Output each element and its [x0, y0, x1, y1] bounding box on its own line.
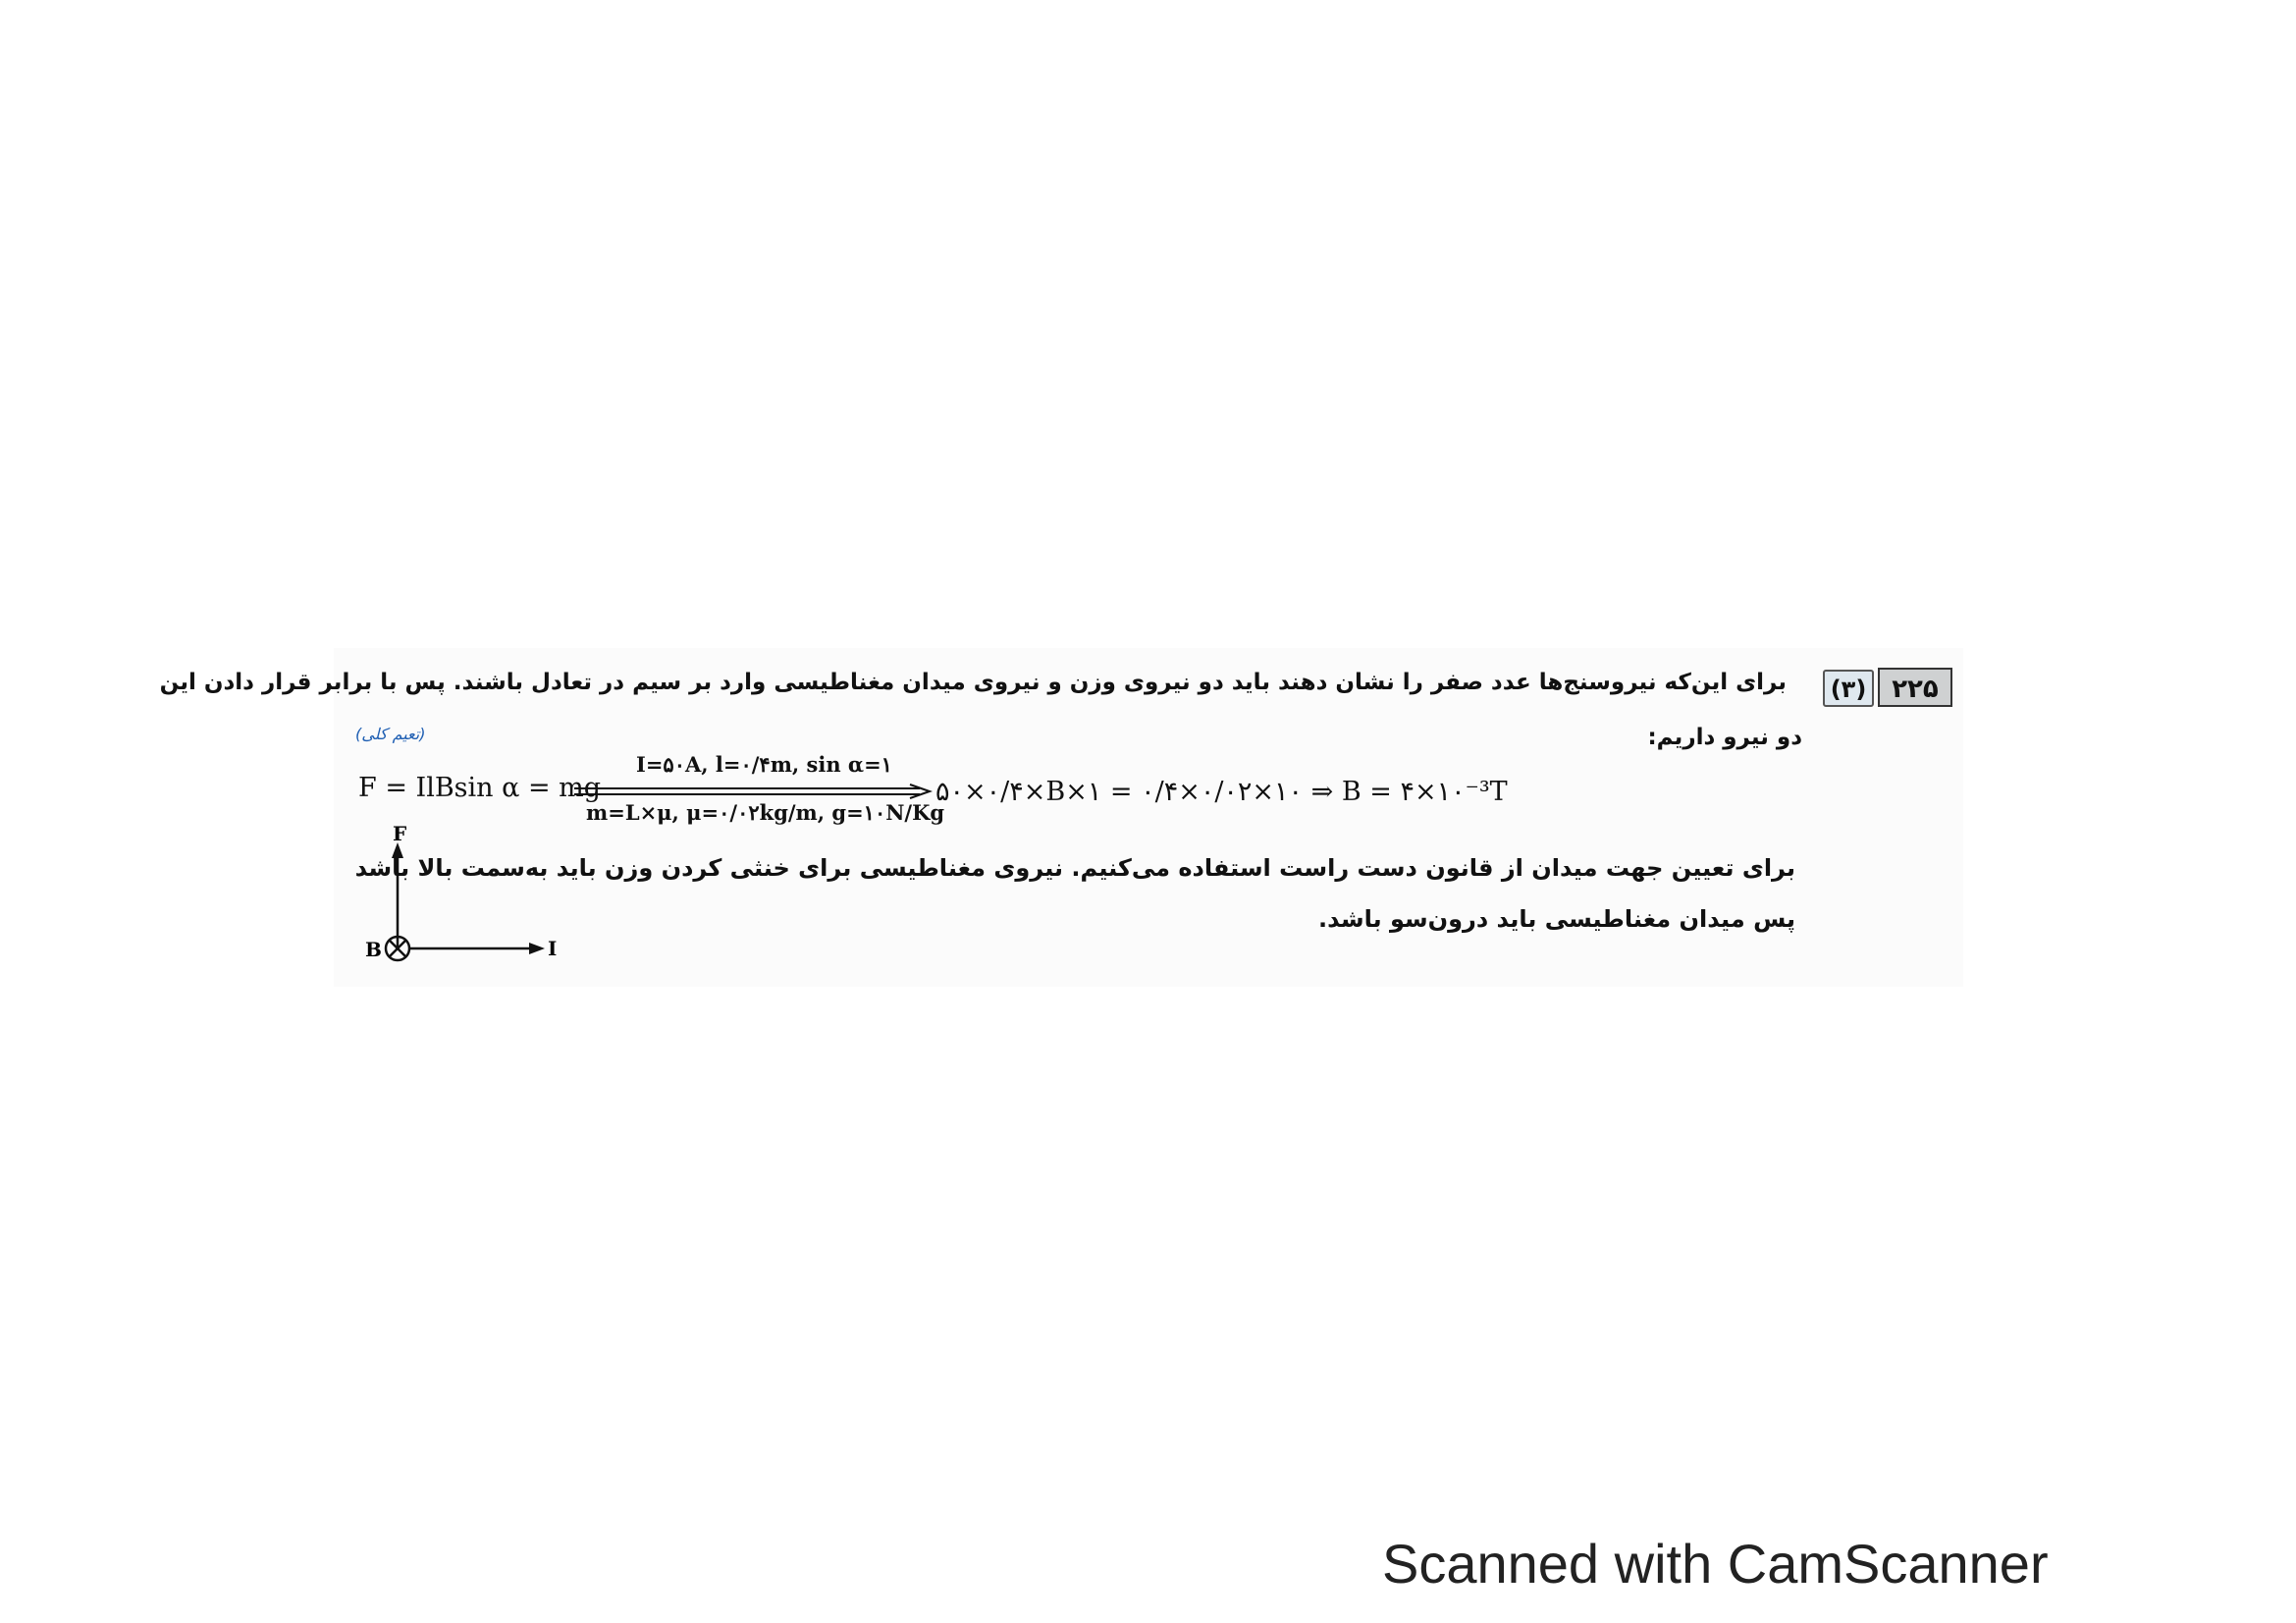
explanation-line-1: برای تعیین جهت میدان از قانون دست راست ا… — [354, 854, 1795, 882]
implication-arrow-icon — [574, 784, 934, 799]
right-hand-rule-diagram: F B I — [365, 822, 557, 962]
equation-left: F = IlBsin α = mg — [358, 773, 602, 803]
current-label: I — [548, 937, 557, 960]
current-arrowhead-icon — [529, 943, 545, 954]
equation-condition-top: I=۵۰A, l=۰/۴m, sin α=۱ — [636, 752, 892, 777]
question-text-line-2: دو نیرو داریم: — [1647, 725, 1802, 750]
scanned-page-strip — [334, 648, 1963, 987]
equation-right: ۵۰×۰/۴×B×۱ = ۰/۴×۰/۰۲×۱۰ ⇒ B = ۴×۱۰⁻³T — [935, 777, 1508, 807]
scanner-watermark: Scanned with CamScanner — [1382, 1533, 2049, 1595]
force-label: F — [393, 825, 406, 845]
question-text-line-1: برای این‌که نیروسنج‌ها عدد صفر را نشان د… — [159, 670, 1787, 695]
equation-condition-bottom: m=L×μ, μ=۰/۰۲kg/m, g=۱۰N/Kg — [586, 800, 945, 825]
handwritten-note: (تعیم کلی) — [355, 725, 426, 743]
answer-option-badge: (۳) — [1823, 670, 1874, 707]
question-number-badge: ۲۲۵ — [1878, 668, 1952, 707]
explanation-line-2: پس میدان مغناطیسی باید درون‌سو باشد. — [1318, 905, 1795, 933]
force-field-diagram: F B I — [353, 822, 569, 976]
field-label: B — [365, 938, 382, 961]
